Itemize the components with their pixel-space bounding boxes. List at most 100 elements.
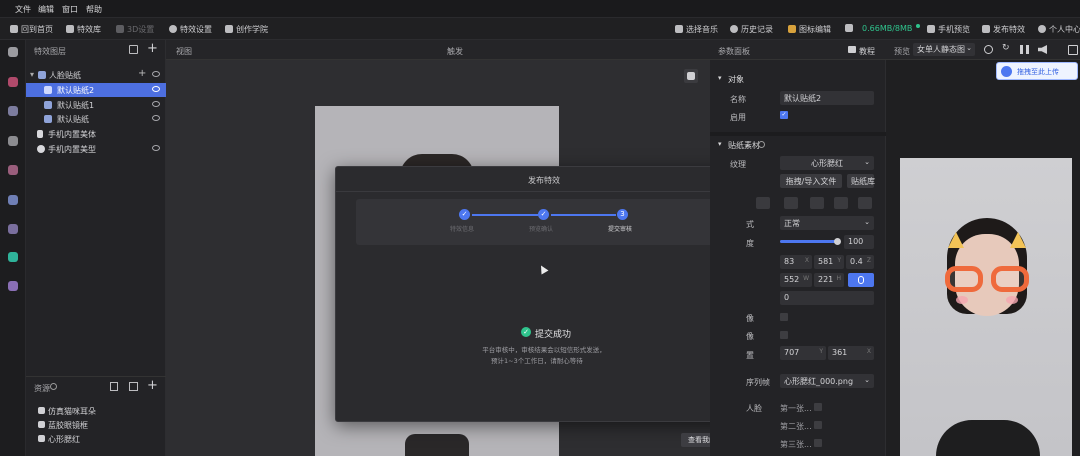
layer-row-face-shape[interactable]: 手机内置美型 [26,142,166,156]
align-left-button[interactable] [756,197,770,209]
sticker-layer-icon [44,86,52,94]
home-button[interactable]: 回到首页 [10,24,53,35]
rotation-field[interactable]: 0 [780,291,874,305]
anchor-x-field[interactable]: 707 Y [780,346,826,360]
texture-select[interactable]: 心形腮红 ⌄ [780,156,874,170]
star-icon[interactable] [8,47,18,57]
sticker-library-button[interactable]: 贴纸库 [847,174,875,188]
history-button[interactable]: 历史记录 [730,24,773,35]
library-button[interactable]: 特效库 [66,24,101,35]
filter-icon[interactable] [8,165,18,175]
menu-edit[interactable]: 编辑 [38,4,54,15]
eye-icon[interactable] [152,115,160,121]
resource-item[interactable]: 蓝胶眼镜框 [26,418,166,432]
layer-row-face-sticker[interactable]: ▾ 人脸贴纸 + [26,68,166,82]
expand-arrow-icon[interactable]: ▾ [30,70,34,79]
layer-row-default-sticker-2[interactable]: 默认贴纸2 [26,83,166,97]
flip-h-label: 像 [746,314,754,323]
user-center-button[interactable]: 个人中心 [1038,24,1080,35]
step-check-icon: ✓ [538,209,549,220]
layer-row-default-sticker-1[interactable]: 默认贴纸1 [26,98,166,112]
phone-preview-button[interactable]: 手机预览 [927,24,970,35]
layer-row-default-sticker[interactable]: 默认贴纸 [26,112,166,126]
blend-select[interactable]: 正常 ⌄ [780,216,874,230]
add-resource-icon[interactable]: + [147,378,158,393]
menu-file[interactable]: 文件 [15,4,31,15]
upload-dropzone[interactable]: 拖拽至此上传 [996,62,1078,80]
add-folder-icon[interactable] [129,45,138,54]
menu-window[interactable]: 窗口 [62,4,78,15]
lock-ratio-button[interactable] [848,273,874,287]
align-right-button[interactable] [784,197,798,209]
eye-icon[interactable] [152,145,160,151]
slider-handle[interactable] [834,238,841,245]
eye-icon[interactable] [152,71,160,77]
add-child-icon[interactable]: + [138,68,146,79]
info-icon[interactable] [50,383,57,390]
preview-panel: 预览 女单人静态图 ⌄ ↻ 拖拽至此上传 [886,40,1080,456]
face-option-1-checkbox[interactable] [814,403,822,411]
status-dot [916,24,921,28]
frames-label: 序列帧 [746,378,770,387]
height-field[interactable]: 221 H [814,273,844,287]
text-icon[interactable] [8,224,18,234]
music-button[interactable]: 选择音乐 [675,24,718,35]
frames-select[interactable]: 心形腮红_000.png ⌄ [780,374,874,388]
eye-icon[interactable] [152,101,160,107]
blend-label: 式 [746,220,754,229]
resource-item[interactable]: 仿真猫咪耳朵 [26,404,166,418]
import-file-icon[interactable] [110,382,118,391]
object-section-header[interactable]: ▾ 对象 [714,72,880,88]
effect-settings-button[interactable]: 特效设置 [169,24,212,35]
layer-row-body-beauty[interactable]: 手机内置美体 [26,127,166,141]
material-section-header[interactable]: ▾ 贴纸素材 [714,138,880,154]
step-label-current: 提交审核 [608,226,633,233]
align-top-button[interactable] [810,197,824,209]
add-folder-icon[interactable] [129,382,138,391]
info-icon[interactable] [758,141,765,148]
opacity-field[interactable]: 100 [844,235,874,249]
enable-checkbox[interactable]: ✓ [780,111,788,119]
face-icon[interactable] [8,77,18,87]
pos-x-field[interactable]: 83 X [780,255,812,269]
sticker-tool-icon[interactable] [8,195,18,205]
width-field[interactable]: 552 W [780,273,812,287]
section-gap [710,132,886,136]
script-icon[interactable] [8,281,18,291]
anchor-y-field[interactable]: 361 X [828,346,874,360]
pause-icon[interactable] [1020,45,1029,54]
align-bottom-button[interactable] [858,197,872,209]
sticker-edit-button[interactable]: 图标编辑 [788,24,831,35]
drag-import-button[interactable]: 拖拽/导入文件 [780,174,842,188]
tutorial-link[interactable]: 教程 [859,46,875,57]
menu-help[interactable]: 帮助 [86,4,102,15]
face-option-3-checkbox[interactable] [814,439,822,447]
record-icon[interactable] [984,45,993,54]
resource-item[interactable]: 心形腮红 [26,432,166,446]
properties-panel: 参数面板 教程 ▾ 对象 名称 默认贴纸2 启用 ✓ ▾ 贴纸素材 纹理 心形腮… [710,40,886,456]
beauty-icon[interactable] [8,136,18,146]
pos-z-field[interactable]: 0.4 Z [846,255,874,269]
opacity-slider[interactable] [780,238,841,245]
academy-button[interactable]: 创作学院 [225,24,268,35]
flip-h-checkbox[interactable] [780,313,788,321]
add-layer-icon[interactable]: + [147,41,158,56]
eye-icon[interactable] [152,86,160,92]
pos-y-field[interactable]: 581 Y [814,255,844,269]
hand-tool-button[interactable] [684,69,698,83]
trigger-tab[interactable]: 触发 [447,46,463,57]
publish-button[interactable]: 发布特效 [982,24,1025,35]
refresh-icon[interactable]: ↻ [1002,43,1010,53]
gear-icon [169,25,177,33]
makeup-icon[interactable] [8,106,18,116]
settings-3d-button[interactable]: 3D设置 [116,24,154,35]
name-field[interactable]: 默认贴纸2 [780,91,874,105]
scan-icon[interactable] [8,252,18,262]
align-middle-button[interactable] [834,197,848,209]
fullscreen-icon[interactable] [1068,45,1078,55]
model-select[interactable]: 女单人静态图 ⌄ [913,43,975,56]
opacity-label: 度 [746,239,754,248]
face-option-2-checkbox[interactable] [814,421,822,429]
volume-icon[interactable] [1038,45,1047,54]
flip-v-checkbox[interactable] [780,331,788,339]
